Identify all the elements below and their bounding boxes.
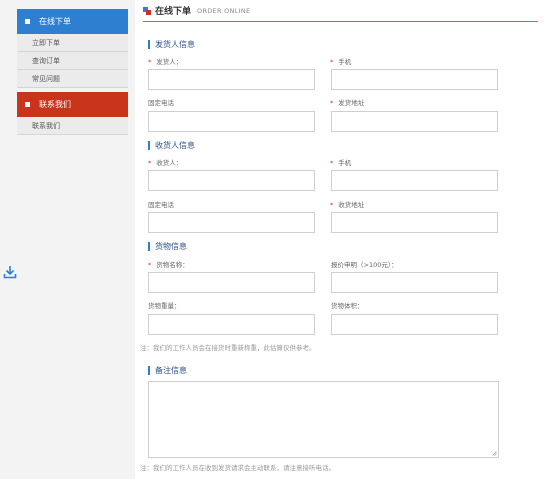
sidebar-header-label: 联系我们 — [39, 100, 71, 109]
sidebar-header-contact[interactable]: 联系我们 — [17, 92, 128, 117]
page-title-bar: 在线下单 ORDER ONLINE — [143, 0, 538, 22]
cargo-weight-label: 货物重量： — [148, 302, 181, 310]
sender-mobile-input[interactable] — [331, 69, 498, 90]
cargo-section-title: 货物信息 — [148, 242, 187, 251]
receiver-mobile-label: * 手机 — [330, 159, 352, 167]
required-mark: * — [148, 58, 152, 66]
sender-section-title: 发货人信息 — [148, 40, 195, 49]
square-bullet-icon — [25, 19, 30, 24]
sidebar-item-contact-us[interactable]: 联系我们 — [17, 117, 128, 135]
sidebar-item-faq[interactable]: 常见问题 — [17, 70, 128, 88]
sender-address-label: * 发货地址 — [330, 99, 365, 107]
receiver-phone-input[interactable] — [148, 212, 315, 233]
cargo-weight-input[interactable] — [148, 314, 315, 335]
order-form-panel: 在线下单 ORDER ONLINE 发货人信息 * 发货人： * 手机 固定电话 *… — [135, 0, 559, 479]
receiver-address-label: * 收货地址 — [330, 201, 365, 209]
footer-note: 注：我们的工作人员在收到发货请求会主动联系，请注意接听电话。 — [140, 464, 335, 472]
sender-name-label: * 发货人： — [148, 58, 183, 66]
sidebar-item-query-order[interactable]: 查询订单 — [17, 52, 128, 70]
page-title: 在线下单 — [155, 7, 192, 17]
receiver-phone-label: 固定电话 — [148, 201, 174, 209]
required-mark: * — [330, 159, 334, 167]
cargo-name-label: * 货物名称： — [148, 261, 189, 269]
required-mark: * — [148, 261, 152, 269]
sender-phone-input[interactable] — [148, 111, 315, 132]
page-subtitle: ORDER ONLINE — [197, 6, 251, 15]
sidebar-header-label: 在线下单 — [39, 17, 71, 26]
remarks-textarea[interactable] — [148, 381, 499, 458]
required-mark: * — [330, 99, 334, 107]
receiver-name-label: * 收货人： — [148, 159, 183, 167]
cargo-name-input[interactable] — [148, 272, 315, 293]
required-mark: * — [148, 159, 152, 167]
receiver-section-title: 收货人信息 — [148, 141, 195, 150]
receiver-address-input[interactable] — [331, 212, 498, 233]
cargo-volume-label: 货物体积： — [331, 302, 364, 310]
cargo-note: 注：我们的工作人员会在接货时重新称重，此估算仅供参考。 — [140, 344, 316, 352]
cargo-volume-input[interactable] — [331, 314, 498, 335]
sidebar: 在线下单 立即下单 查询订单 常见问题 联系我们 联系我们 — [17, 9, 128, 139]
declared-value-input[interactable] — [331, 272, 498, 293]
sidebar-group-order: 在线下单 立即下单 查询订单 常见问题 — [17, 9, 128, 88]
square-bullet-icon — [25, 102, 30, 107]
required-mark: * — [330, 58, 334, 66]
download-icon[interactable] — [3, 265, 17, 279]
resize-handle-icon[interactable] — [492, 451, 497, 456]
sender-address-input[interactable] — [331, 111, 498, 132]
receiver-name-input[interactable] — [148, 170, 315, 191]
sidebar-group-contact: 联系我们 联系我们 — [17, 92, 128, 135]
sender-mobile-label: * 手机 — [330, 58, 352, 66]
sender-name-input[interactable] — [148, 69, 315, 90]
remarks-section-title: 备注信息 — [148, 366, 187, 375]
declared-value-label: 报价申明（>100元）： — [331, 261, 398, 269]
title-mark-icon — [143, 6, 151, 15]
sidebar-item-place-order[interactable]: 立即下单 — [17, 34, 128, 52]
receiver-mobile-input[interactable] — [331, 170, 498, 191]
sidebar-header-order[interactable]: 在线下单 — [17, 9, 128, 34]
sender-phone-label: 固定电话 — [148, 99, 174, 107]
required-mark: * — [330, 201, 334, 209]
